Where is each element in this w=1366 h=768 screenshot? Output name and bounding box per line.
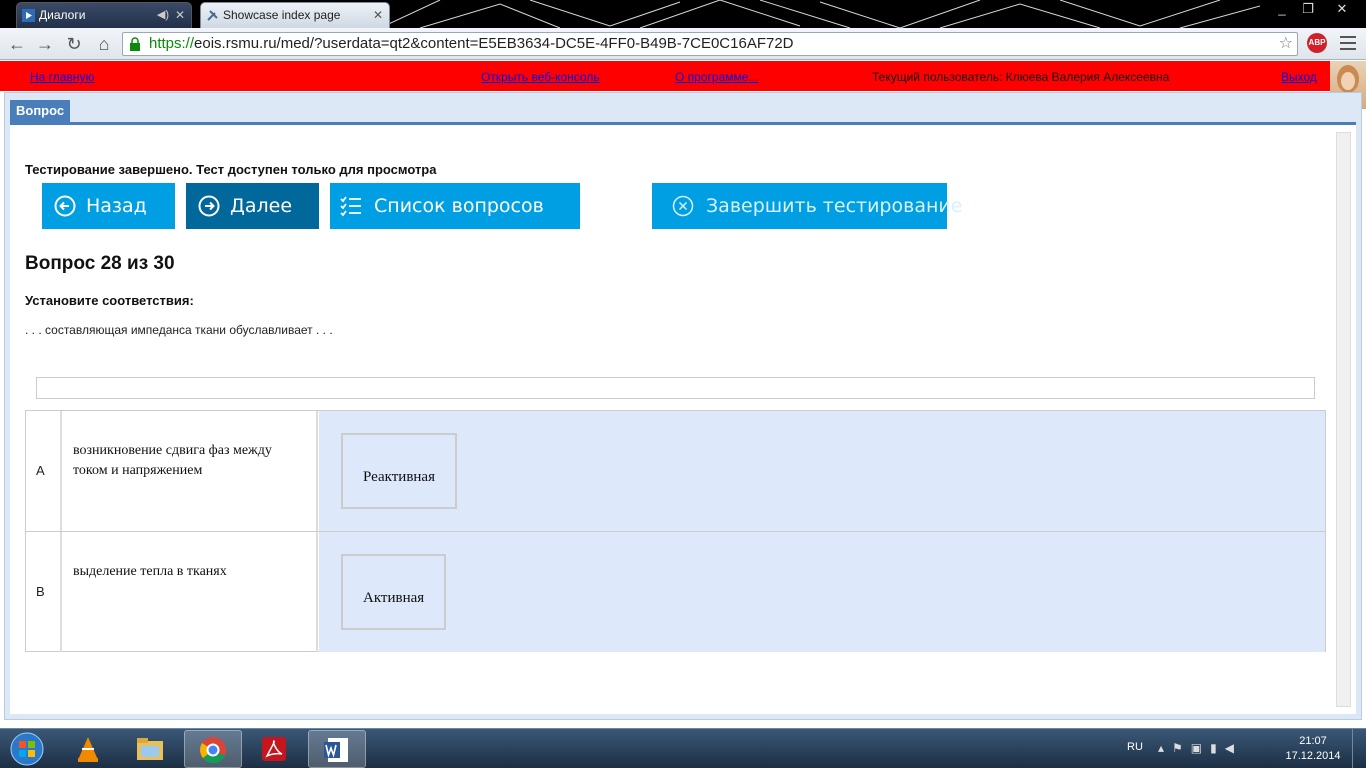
site-topbar: На главную Открыть веб-консоль О програм…: [0, 61, 1330, 91]
back-button[interactable]: Назад: [42, 183, 175, 229]
question-text: . . . составляющая импеданса ткани обусл…: [25, 323, 333, 337]
vlc-icon: [78, 737, 98, 762]
drop-zone[interactable]: Реактивная: [319, 411, 1325, 531]
start-button[interactable]: [2, 731, 52, 767]
tab-showcase[interactable]: Showcase index page ✕: [200, 2, 390, 28]
speaker-icon: ◀): [156, 9, 169, 21]
language-indicator[interactable]: RU: [1127, 741, 1143, 753]
close-icon[interactable]: ✕: [175, 3, 185, 27]
row-statement: выделение тепла в тканях: [63, 532, 318, 652]
current-user-label: Текущий пользователь: Клюева Валерия Але…: [872, 70, 1170, 84]
answer-card[interactable]: Реактивная: [341, 433, 457, 509]
minimize-button[interactable]: _: [1268, 0, 1296, 20]
clock-date: 17.12.2014: [1285, 750, 1341, 762]
forward-arrow-icon[interactable]: →: [33, 32, 57, 56]
row-letter: B: [26, 532, 62, 652]
match-row: A возникновение сдвига фаз между током и…: [26, 411, 1325, 531]
close-circle-icon: [672, 195, 694, 217]
chrome-icon: [200, 737, 226, 764]
address-bar[interactable]: https://eois.rsmu.ru/med/?userdata=qt2&c…: [122, 32, 1298, 56]
lock-icon: [130, 37, 140, 51]
about-link[interactable]: О программе...: [675, 70, 758, 84]
answer-card[interactable]: Активная: [341, 554, 447, 630]
close-window-button[interactable]: ✕: [1322, 0, 1362, 20]
row-letter: A: [26, 411, 62, 531]
tray-icons[interactable]: ▴⚑▣▮◀: [1158, 741, 1242, 755]
home-link[interactable]: На главную: [30, 70, 94, 84]
answer-pool-area[interactable]: [36, 377, 1315, 399]
clock[interactable]: 21:07 17.12.2014: [1284, 734, 1342, 764]
web-console-link[interactable]: Открыть веб-консоль: [481, 70, 600, 84]
play-icon: [22, 9, 35, 22]
taskbar-vlc[interactable]: [60, 730, 118, 768]
taskbar-explorer[interactable]: [122, 730, 180, 768]
menu-icon[interactable]: [1340, 36, 1356, 50]
logout-link[interactable]: Выход: [1281, 70, 1317, 84]
tab-dialogs[interactable]: Диалоги ◀) ✕: [16, 2, 192, 28]
checklist-icon: [340, 196, 361, 217]
question-list-button[interactable]: Список вопросов: [330, 183, 580, 229]
show-desktop-button[interactable]: [1352, 729, 1366, 768]
bookmark-star-icon[interactable]: ☆: [1279, 33, 1293, 55]
clock-time: 21:07: [1299, 735, 1327, 747]
home-icon[interactable]: ⌂: [92, 32, 116, 56]
taskbar-acrobat[interactable]: [246, 730, 304, 768]
word-icon: [324, 738, 348, 762]
reload-icon[interactable]: ↻: [62, 32, 86, 56]
row-statement: возникновение сдвига фаз между током и н…: [63, 411, 318, 531]
pdf-icon: [262, 737, 286, 761]
close-icon[interactable]: ✕: [373, 3, 383, 27]
scrollbar[interactable]: [1336, 132, 1351, 707]
tools-icon: [207, 10, 218, 21]
finish-test-button[interactable]: Завершить тестирование: [652, 183, 962, 229]
arrow-left-circle-icon: [54, 195, 76, 217]
next-button[interactable]: Далее: [186, 183, 319, 229]
folder-icon: [137, 738, 163, 760]
arrow-right-circle-icon: [198, 195, 220, 217]
match-row: B выделение тепла в тканях Активная: [26, 532, 1325, 652]
adblock-icon[interactable]: ABP: [1307, 33, 1327, 53]
matching-table: A возникновение сдвига фаз между током и…: [25, 410, 1326, 652]
browser-toolbar: ← → ↻ ⌂ https://eois.rsmu.ru/med/?userda…: [0, 28, 1366, 60]
question-heading: Вопрос 28 из 30: [25, 253, 175, 274]
back-arrow-icon[interactable]: ←: [5, 32, 29, 56]
question-instruction: Установите соответствия:: [25, 293, 194, 308]
taskbar-chrome[interactable]: [184, 730, 242, 768]
drop-zone[interactable]: Активная: [319, 532, 1325, 652]
browser-titlebar: Диалоги ◀) ✕ Showcase index page ✕ _ ❐ ✕: [0, 0, 1366, 28]
tab-question[interactable]: Вопрос: [10, 100, 71, 122]
maximize-button[interactable]: ❐: [1294, 0, 1322, 20]
theme-decoration: [380, 0, 1260, 28]
taskbar: RU ▴⚑▣▮◀ 21:07 17.12.2014: [0, 728, 1366, 768]
test-status-message: Тестирование завершено. Тест доступен то…: [25, 162, 437, 177]
taskbar-word[interactable]: [308, 730, 366, 768]
